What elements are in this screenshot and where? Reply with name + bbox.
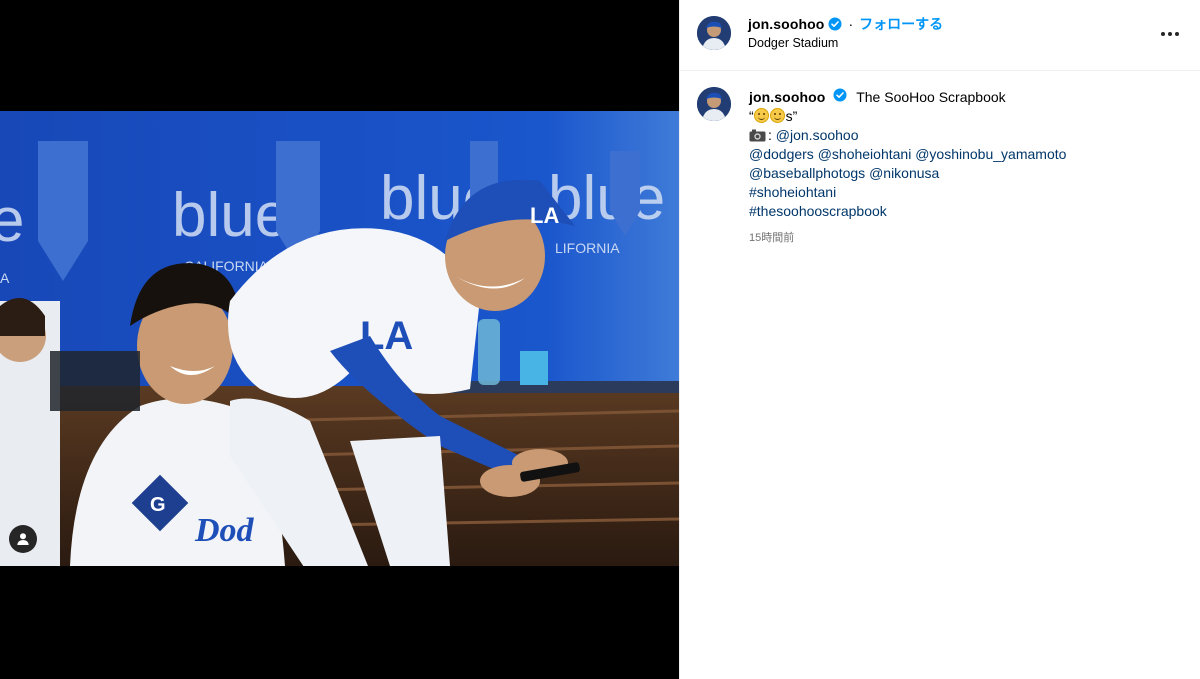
header-user-line: jon.soohoo · フォローする: [748, 14, 943, 34]
post-header: jon.soohoo · フォローする Dodger Stadium: [680, 0, 1200, 71]
mention-link[interactable]: @baseballphotogs: [749, 165, 865, 181]
caption-username[interactable]: jon.soohoo: [749, 89, 825, 105]
hashtag-line-1: #shoheiohtani: [749, 183, 1179, 202]
photo-credit-prefix: :: [768, 127, 776, 143]
camera-icon: [749, 129, 766, 142]
mention-link[interactable]: @dodgers: [749, 146, 814, 162]
hashtag-line-2: #thesoohooscrapbook: [749, 202, 1179, 221]
svg-text:LIFORNIA: LIFORNIA: [555, 240, 620, 256]
caption-header: jon.soohoo The SooHoo Scrapbook: [749, 88, 1179, 107]
more-options-icon[interactable]: [1158, 24, 1182, 44]
avatar-image: [697, 87, 731, 121]
quote-open: “: [749, 108, 754, 124]
caption: jon.soohoo The SooHoo Scrapbook “ s” : @j…: [749, 88, 1179, 221]
svg-text:A: A: [0, 270, 10, 286]
smiling-face-emoji-icon: [753, 108, 769, 123]
mention-link[interactable]: @jon.soohoo: [776, 127, 859, 143]
mentions-line-2: @baseballphotogs @nikonusa: [749, 164, 1179, 183]
mentions-line-1: @dodgers @shoheiohtani @yoshinobu_yamamo…: [749, 145, 1179, 164]
mention-link[interactable]: @shoheiohtani: [818, 146, 912, 162]
avatar-image: [697, 16, 731, 50]
profile-avatar[interactable]: [697, 16, 731, 50]
quote-suffix: s”: [785, 108, 798, 124]
hashtag-link[interactable]: #shoheiohtani: [749, 184, 836, 200]
post-side-panel: jon.soohoo · フォローする Dodger Stadium jon.s…: [679, 0, 1200, 679]
svg-text:LA: LA: [360, 314, 413, 358]
svg-text:LA: LA: [530, 203, 559, 228]
svg-text:blue: blue: [172, 181, 289, 250]
media-viewer: e blue blue blue A CALIFORNIA LIFORNIA G…: [0, 0, 679, 679]
post-photo[interactable]: e blue blue blue A CALIFORNIA LIFORNIA G…: [0, 111, 679, 566]
header-username[interactable]: jon.soohoo: [748, 16, 824, 32]
caption-title: The SooHoo Scrapbook: [856, 89, 1006, 105]
caption-avatar[interactable]: [697, 87, 731, 121]
svg-text:e: e: [0, 186, 24, 255]
verified-badge-icon: [828, 17, 842, 31]
tagged-users-button[interactable]: [9, 525, 37, 553]
caption-quote-line: “ s”: [749, 107, 1179, 126]
location-link[interactable]: Dodger Stadium: [748, 36, 838, 50]
user-icon: [17, 533, 29, 545]
mention-link[interactable]: @yoshinobu_yamamoto: [915, 146, 1066, 162]
svg-text:G: G: [150, 494, 166, 516]
smiling-face-emoji-icon: [769, 108, 785, 123]
dugout-photo-illustration: e blue blue blue A CALIFORNIA LIFORNIA G…: [0, 111, 679, 566]
post-timestamp[interactable]: 15時間前: [749, 229, 794, 245]
hashtag-link[interactable]: #thesoohooscrapbook: [749, 203, 887, 219]
separator-dot: ·: [848, 16, 854, 32]
verified-badge-icon: [833, 88, 847, 102]
mention-link[interactable]: @nikonusa: [869, 165, 939, 181]
svg-text:Dod: Dod: [194, 512, 255, 549]
photo-credit-line: : @jon.soohoo: [749, 126, 1179, 145]
follow-button[interactable]: フォローする: [859, 14, 943, 34]
